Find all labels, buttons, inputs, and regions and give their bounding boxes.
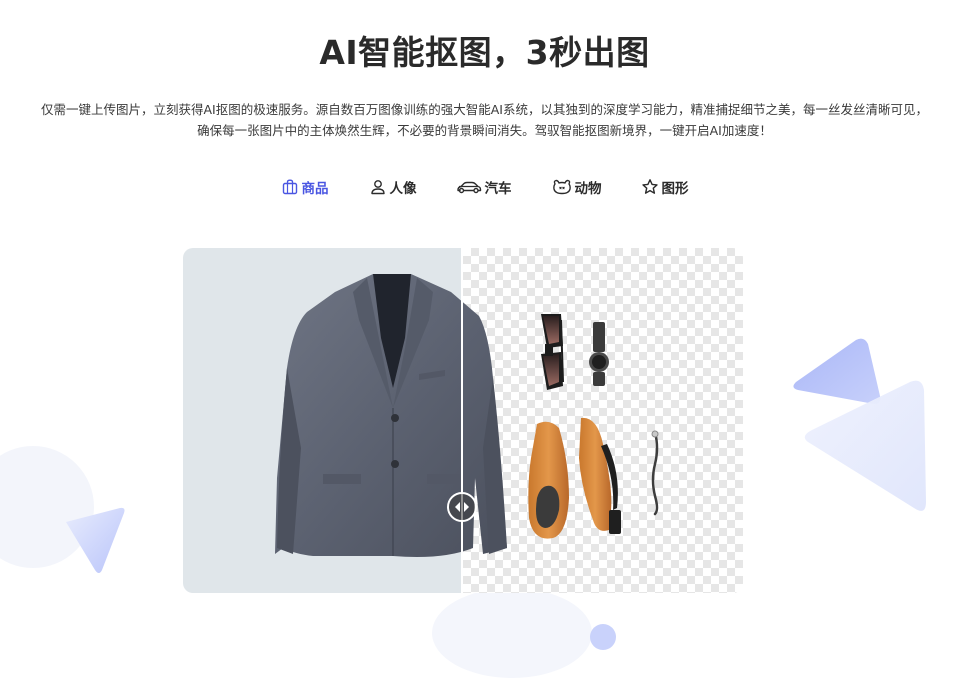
shopping-bag-icon [282, 179, 297, 195]
tab-graphics[interactable]: 图形 [641, 176, 689, 198]
decor-circle [0, 446, 94, 568]
decor-triangle-right [793, 338, 881, 404]
decor-dot [590, 624, 616, 650]
compare-divider [461, 248, 463, 593]
decor-triangle-right-front [804, 380, 926, 511]
star-icon [641, 179, 658, 194]
page-description: 仅需一键上传图片，立刻获得AI抠图的极速服务。源自数百万图像训练的强大智能AI系… [0, 99, 969, 141]
compare-slider-handle[interactable] [447, 492, 477, 522]
tab-products[interactable]: 商品 [281, 176, 329, 198]
arrows-horizontal-icon [455, 502, 469, 512]
category-tabs: 商品 人像 汽车 动物 图形 [0, 176, 969, 198]
tab-label: 图形 [661, 181, 689, 197]
car-icon [456, 181, 481, 194]
tab-label: 汽车 [484, 181, 512, 197]
tab-car[interactable]: 汽车 [456, 176, 512, 198]
tab-portrait[interactable]: 人像 [369, 176, 417, 198]
before-after-compare[interactable] [183, 248, 743, 593]
tab-animal[interactable]: 动物 [552, 176, 602, 198]
tab-label: 动物 [574, 181, 602, 197]
decor-triangle-left [66, 507, 125, 573]
animal-icon [552, 179, 571, 195]
bracelet-graphic [651, 430, 659, 516]
watch-graphic [589, 322, 609, 386]
tab-label: 人像 [389, 181, 417, 197]
tab-label: 商品 [301, 181, 329, 197]
shoes-graphic [528, 417, 621, 539]
description-line-2: 确保每一张图片中的主体焕然生辉，不必要的背景瞬间消失。驾驭智能抠图新境界，一键开… [197, 123, 772, 138]
description-line-1: 仅需一键上传图片，立刻获得AI抠图的极速服务。源自数百万图像训练的强大智能AI系… [41, 102, 928, 117]
product-illustration [275, 274, 659, 557]
page-title: AI智能抠图，3秒出图 [319, 33, 650, 72]
decor-blob [432, 588, 592, 678]
sunglasses-graphic [541, 314, 564, 390]
person-icon [370, 180, 385, 195]
